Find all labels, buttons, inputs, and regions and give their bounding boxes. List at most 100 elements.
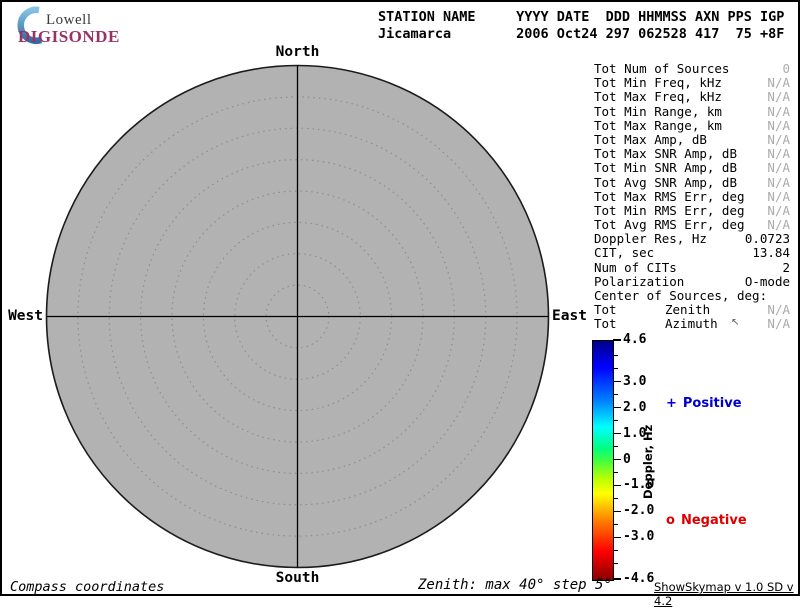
colorbar-major-tick	[613, 407, 621, 408]
stat-label: Doppler Res, Hz	[594, 231, 707, 245]
stat-row: Tot Azimuth ↖ N/A	[594, 316, 790, 330]
stat-row: Tot Min RMS Err, degN/A	[594, 203, 790, 217]
compass-label-north: North	[257, 44, 338, 60]
colorbar-major-tick	[613, 511, 621, 512]
stat-label: Tot Avg RMS Err, deg	[594, 217, 745, 231]
colorbar-major-tick	[613, 433, 621, 434]
zenith-range-label: Zenith: max 40° step 5°	[418, 577, 612, 593]
stat-row: Tot Min SNR Amp, dB N/A	[594, 160, 790, 174]
stat-row: Doppler Res, Hz0.0723	[594, 231, 790, 245]
stat-label: Num of CITs	[594, 260, 677, 274]
colorbar-major-tick	[613, 537, 621, 538]
stat-value: N/A	[767, 160, 790, 174]
legend-positive-label: Positive	[683, 396, 742, 411]
colorbar-minor-tick	[613, 355, 618, 356]
stat-value: N/A	[767, 89, 790, 103]
stat-value: N/A	[767, 302, 790, 316]
stat-row: Tot Num of Sources 0	[594, 61, 790, 75]
stat-label: Tot Num of Sources	[594, 61, 729, 75]
stats-panel: Tot Num of Sources 0 Tot Min Freq, kHz N/A…	[594, 61, 790, 331]
stat-sublabel: Zenith	[665, 302, 710, 317]
colorbar-minor-tick	[613, 563, 618, 564]
compass-label-south: South	[257, 570, 338, 586]
stat-value: 0	[782, 61, 790, 75]
circle-marker-icon: o	[666, 513, 675, 528]
stat-value: N/A	[767, 118, 790, 132]
stat-value: N/A	[767, 316, 790, 330]
doppler-colorbar	[592, 340, 614, 581]
stat-label: Polarization	[594, 274, 684, 288]
stat-label: Tot Max Amp, dB	[594, 132, 707, 146]
stat-label: Tot	[594, 302, 617, 316]
colorbar-tick-label: -3.0	[623, 529, 654, 544]
stat-label: Tot Min SNR Amp, dB	[594, 160, 737, 174]
colorbar-major-tick	[613, 381, 621, 382]
colorbar-minor-tick	[613, 524, 618, 525]
stat-row: Tot Zenith N/A	[594, 302, 790, 316]
stat-label: Tot Min Range, km	[594, 104, 722, 118]
stat-value: 2	[782, 260, 790, 274]
coordinate-system-label: Compass coordinates	[10, 579, 164, 595]
compass-label-west: West	[0, 308, 43, 324]
colorbar-tick-label: 4.6	[623, 332, 646, 347]
colorbar-minor-tick	[613, 550, 618, 551]
colorbar-major-tick	[613, 485, 621, 486]
stat-value: N/A	[767, 217, 790, 231]
stat-row: Tot Max Range, km N/A	[594, 118, 790, 132]
stat-value: N/A	[767, 203, 790, 217]
stat-row: Num of CITs 2	[594, 260, 790, 274]
stat-value: N/A	[767, 104, 790, 118]
stat-label: CIT, sec	[594, 245, 654, 259]
colorbar-tick-label: 0	[623, 452, 631, 467]
colorbar-minor-tick	[613, 420, 618, 421]
plus-marker-icon: +	[666, 396, 677, 411]
colorbar-tick-label: 3.0	[623, 374, 646, 389]
compass-label-east: East	[552, 308, 587, 324]
stat-row: Tot Max Amp, dB N/A	[594, 132, 790, 146]
stat-row: Center of Sources, deg:	[594, 288, 790, 302]
stat-row: Polarization O-mode	[594, 274, 790, 288]
stat-value: N/A	[767, 75, 790, 89]
stat-value: N/A	[767, 175, 790, 189]
logo-digisonde-text: DIGISONDE	[18, 27, 120, 47]
legend-negative-label: Negative	[681, 513, 747, 528]
skymap-polar-plot	[45, 64, 550, 569]
stat-label: Tot	[594, 316, 617, 330]
stat-row: Tot Avg RMS Err, deg N/A	[594, 217, 790, 231]
header-column-titles: STATION NAME YYYY DATE DDD HHMMSS AXN PP…	[378, 9, 784, 25]
stat-row: Tot Max Freq, kHz N/A	[594, 89, 790, 103]
colorbar-minor-tick	[613, 446, 618, 447]
stat-value: N/A	[767, 132, 790, 146]
stat-row: Tot Avg SNR Amp, dB N/A	[594, 175, 790, 189]
stat-sublabel: Azimuth	[665, 316, 718, 331]
colorbar-major-tick	[613, 578, 621, 579]
stat-label: Tot Max Range, km	[594, 118, 722, 132]
colorbar-major-tick	[613, 459, 621, 460]
stat-value: 13.84	[752, 245, 790, 259]
stat-row: Tot Max SNR Amp, dB N/A	[594, 146, 790, 160]
stat-value: N/A	[767, 146, 790, 160]
colorbar-minor-tick	[613, 368, 618, 369]
colorbar-tick-label: -4.6	[623, 571, 654, 586]
stat-row: Tot Max RMS Err, deg N/A	[594, 189, 790, 203]
stat-value: O-mode	[745, 274, 790, 288]
header-station-values: Jicamarca 2006 Oct24 297 062528 417 75 +…	[378, 26, 784, 42]
software-version-label: ShowSkymap v 1.0 SD v 4.2	[654, 580, 800, 608]
stat-label: Tot Max RMS Err, deg	[594, 189, 745, 203]
stat-label: Center of Sources, deg:	[594, 288, 767, 302]
stat-row: Tot Min Range, km N/A	[594, 104, 790, 118]
stat-label: Tot Max SNR Amp, dB	[594, 146, 737, 160]
colorbar-minor-tick	[613, 498, 618, 499]
stat-label: Tot Min Freq, kHz	[594, 75, 722, 89]
legend-positive: + Positive	[666, 396, 742, 411]
lowell-digisonde-logo: Lowell DIGISONDE	[8, 6, 128, 48]
stat-row: CIT, sec 13.84	[594, 245, 790, 259]
stat-label: Tot Max Freq, kHz	[594, 89, 722, 103]
legend-negative: o Negative	[666, 513, 747, 528]
colorbar-minor-tick	[613, 472, 618, 473]
stat-value: N/A	[767, 189, 790, 203]
stat-label: Tot Avg SNR Amp, dB	[594, 175, 737, 189]
colorbar-major-tick	[613, 339, 621, 340]
mouse-cursor-icon: ↖	[731, 317, 739, 328]
stat-row: Tot Min Freq, kHz N/A	[594, 75, 790, 89]
